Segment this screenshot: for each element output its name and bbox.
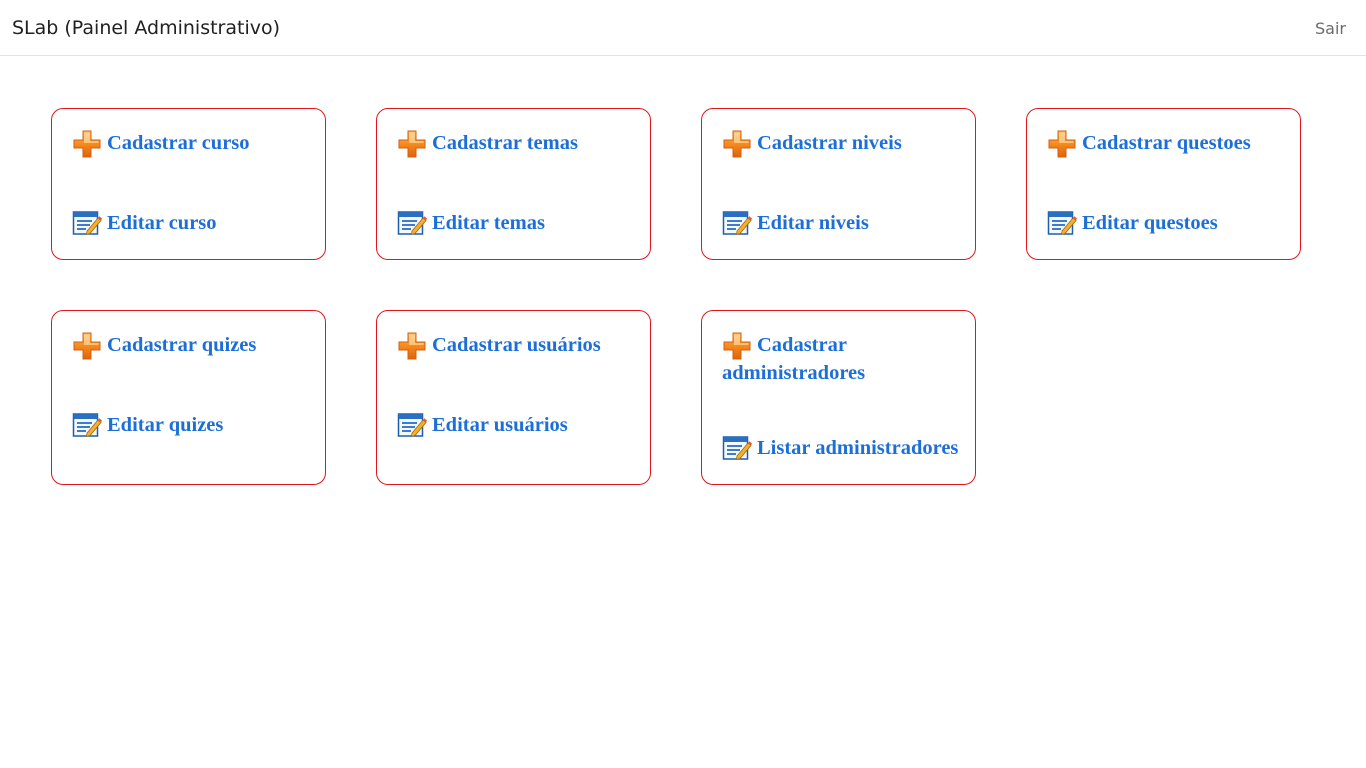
add-usuarios-link[interactable]: Cadastrar usuários (397, 331, 638, 359)
edit-quizes-label: Editar quizes (107, 414, 224, 436)
edit-quizes-link[interactable]: Editar quizes (72, 411, 313, 439)
edit-form-icon (72, 209, 102, 237)
plus-icon (722, 331, 752, 359)
add-questoes-label: Cadastrar questoes (1082, 132, 1251, 154)
plus-icon (72, 331, 102, 359)
edit-curso-label: Editar curso (107, 212, 217, 234)
add-curso-label: Cadastrar curso (107, 132, 250, 154)
add-quizes-link[interactable]: Cadastrar quizes (72, 331, 313, 359)
app-brand[interactable]: SLab (Painel Administrativo) (12, 15, 280, 41)
list-administradores-label: Listar administradores (757, 437, 959, 459)
logout-link[interactable]: Sair (1315, 18, 1346, 40)
plus-icon (722, 129, 752, 157)
add-administradores-link[interactable]: Cadastrar administradores (722, 331, 922, 387)
plus-icon (1047, 129, 1077, 157)
edit-niveis-link[interactable]: Editar niveis (722, 209, 963, 237)
edit-niveis-label: Editar niveis (757, 212, 869, 234)
card-niveis: Cadastrar niveis Editar niveis (701, 108, 976, 260)
add-niveis-link[interactable]: Cadastrar niveis (722, 129, 963, 157)
add-questoes-link[interactable]: Cadastrar questoes (1047, 129, 1288, 157)
plus-icon (397, 331, 427, 359)
edit-curso-link[interactable]: Editar curso (72, 209, 313, 237)
add-niveis-label: Cadastrar niveis (757, 132, 902, 154)
card-usuarios: Cadastrar usuários Editar usuários (376, 310, 651, 485)
edit-form-icon (722, 434, 752, 462)
add-curso-link[interactable]: Cadastrar curso (72, 129, 313, 157)
plus-icon (397, 129, 427, 157)
card-temas: Cadastrar temas Editar temas (376, 108, 651, 260)
list-administradores-link[interactable]: Listar administradores (722, 434, 963, 462)
plus-icon (72, 129, 102, 157)
edit-temas-link[interactable]: Editar temas (397, 209, 638, 237)
edit-questoes-label: Editar questoes (1082, 212, 1218, 234)
add-temas-label: Cadastrar temas (432, 132, 578, 154)
card-administradores: Cadastrar administradores Listar adminis… (701, 310, 976, 485)
edit-temas-label: Editar temas (432, 212, 545, 234)
edit-usuarios-label: Editar usuários (432, 414, 568, 436)
add-temas-link[interactable]: Cadastrar temas (397, 129, 638, 157)
top-navbar: SLab (Painel Administrativo) Sair (0, 0, 1366, 56)
edit-questoes-link[interactable]: Editar questoes (1047, 209, 1288, 237)
edit-form-icon (397, 411, 427, 439)
edit-form-icon (72, 411, 102, 439)
edit-form-icon (1047, 209, 1077, 237)
add-usuarios-label: Cadastrar usuários (432, 334, 601, 356)
card-curso: Cadastrar curso Editar curso (51, 108, 326, 260)
edit-form-icon (722, 209, 752, 237)
add-quizes-label: Cadastrar quizes (107, 334, 257, 356)
edit-form-icon (397, 209, 427, 237)
card-quizes: Cadastrar quizes Editar quizes (51, 310, 326, 485)
card-questoes: Cadastrar questoes Editar questoes (1026, 108, 1301, 260)
edit-usuarios-link[interactable]: Editar usuários (397, 411, 638, 439)
